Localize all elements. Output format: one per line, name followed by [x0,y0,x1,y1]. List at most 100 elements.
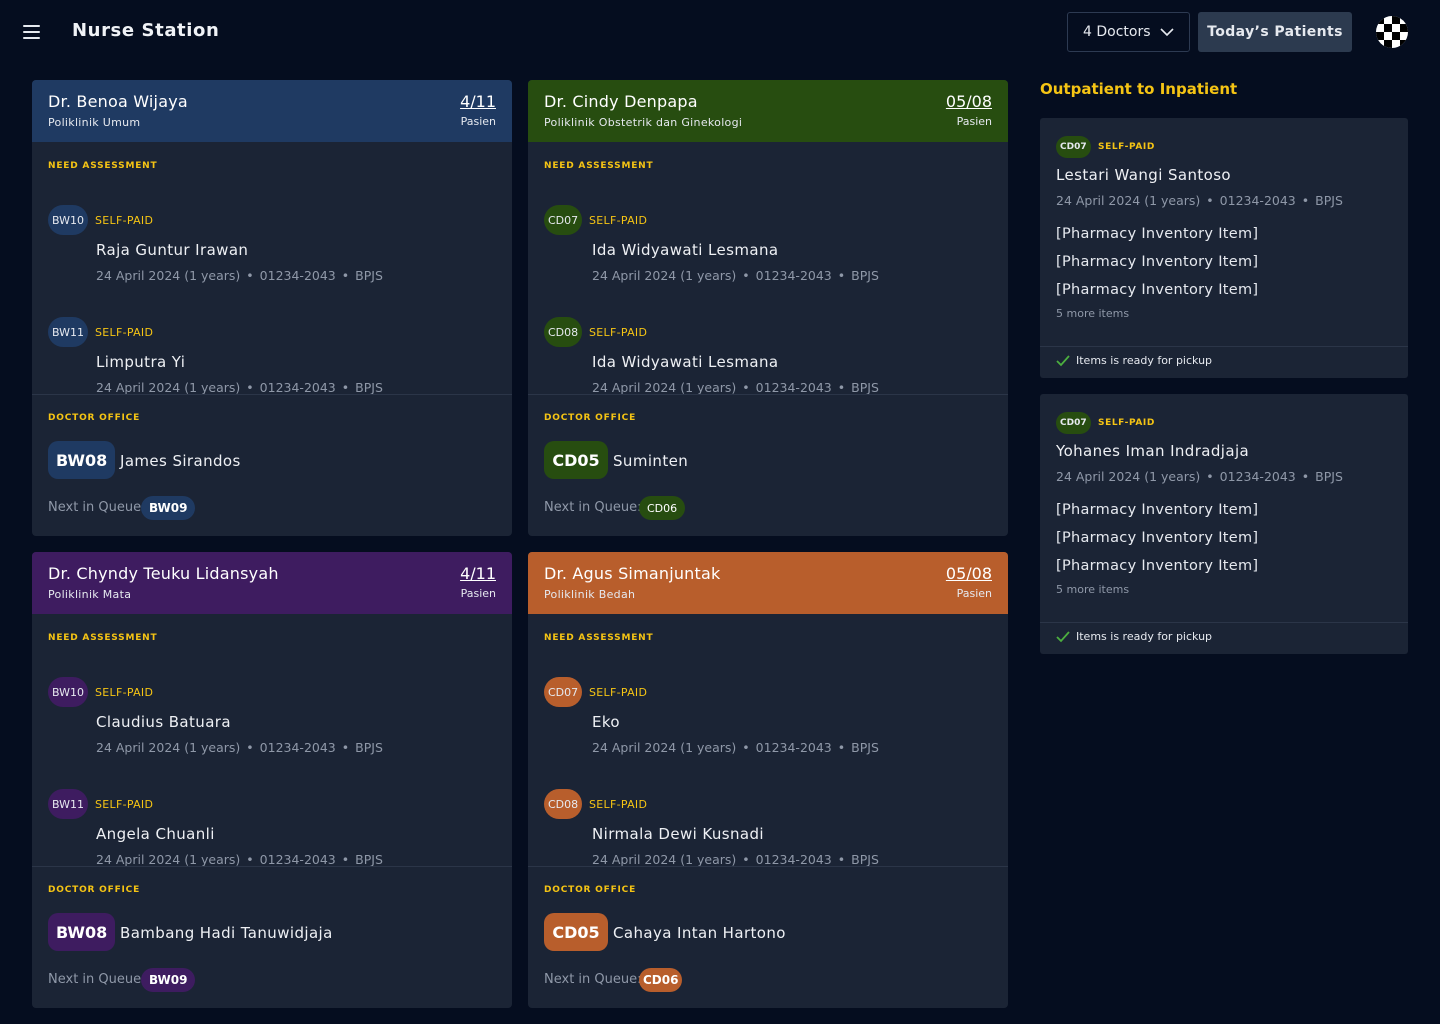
outpatient-card[interactable]: CD07 SELF-PAID Lestari Wangi Santoso 24 … [1040,118,1408,378]
queue-code-badge: CD07 [544,205,583,235]
patient-count-label: Pasien [460,587,496,600]
next-in-queue-label: Next in Queue: [48,972,146,987]
patient-date: 24 April 2024 (1 years) [592,380,737,394]
queue-code-badge: BW11 [48,789,89,819]
todays-patients-button[interactable]: Today’s Patients [1198,12,1352,52]
pharmacy-item: [Pharmacy Inventory Item] [1056,502,1259,518]
separator-dot: • [341,740,350,755]
patient-insurance: BPJS [355,740,383,755]
assessment-item[interactable]: BW11 SELF-PAID Angela Chuanli 24 April 2… [48,789,498,866]
patient-count-label: Pasien [460,115,496,128]
assessment-item[interactable]: CD08 SELF-PAID Ida Widyawati Lesmana 24 … [544,317,994,394]
payment-type: SELF-PAID [589,686,648,699]
assessment-item[interactable]: BW10 SELF-PAID Raja Guntur Irawan 24 Apr… [48,205,498,295]
doctor-card-header: Dr. Agus Simanjuntak Poliklinik Bedah 05… [528,552,1008,614]
queue-code-badge: CD08 [544,317,583,347]
patient-meta: 24 April 2024 (1 years) • 01234-2043 • BPJS [592,740,879,755]
separator-dot: • [246,268,254,283]
payment-type: SELF-PAID [95,798,154,811]
payment-type: SELF-PAID [589,326,648,339]
payment-type: SELF-PAID [1098,418,1155,428]
pickup-status: Items is ready for pickup [1056,630,1212,643]
separator-dot: • [246,852,254,866]
office-patient-name: Bambang Hadi Tanuwidjaja [120,924,333,942]
next-queue-badge[interactable]: CD06 [639,496,686,520]
divider [528,866,1008,867]
patient-date: 24 April 2024 (1 years) [592,268,737,283]
patient-meta: 24 April 2024 (1 years) • 01234-2043 • BPJS [1056,469,1343,484]
patient-insurance: BPJS [355,380,383,394]
divider [32,866,512,867]
separator-dot: • [742,852,750,866]
patient-meta: 24 April 2024 (1 years) • 01234-2043 • BPJS [592,380,879,394]
assessment-item[interactable]: BW10 SELF-PAID Claudius Batuara 24 April… [48,677,498,767]
assessment-list: BW10 SELF-PAID Claudius Batuara 24 April… [32,652,512,866]
separator-dot: • [742,740,750,755]
patient-count-link[interactable]: 05/08 [946,92,992,111]
pharmacy-item: [Pharmacy Inventory Item] [1056,558,1259,574]
next-queue-badge[interactable]: BW09 [141,496,196,520]
office-patient-name: James Sirandos [120,452,241,470]
doctor-name: Dr. Cindy Denpapa [544,92,698,111]
assessment-item[interactable]: CD08 SELF-PAID Nirmala Dewi Kusnadi 24 A… [544,789,994,866]
next-queue-badge[interactable]: CD06 [639,968,683,992]
queue-code-badge: BW10 [48,205,89,235]
payment-type: SELF-PAID [589,798,648,811]
separator-dot: • [1206,469,1214,484]
queue-code-badge: CD08 [544,789,583,819]
doctor-office-label: DOCTOR OFFICE [48,413,141,423]
patient-insurance: BPJS [1315,469,1343,484]
avatar[interactable] [1376,16,1408,48]
patient-count-link[interactable]: 4/11 [460,564,496,583]
separator-dot: • [837,268,846,283]
patient-date: 24 April 2024 (1 years) [1056,193,1201,208]
next-in-queue-label: Next in Queue: [544,500,642,515]
patient-count-link[interactable]: 4/11 [460,92,496,111]
payment-type: SELF-PAID [1098,142,1155,152]
need-assessment-label: NEED ASSESSMENT [544,633,654,643]
patient-insurance: BPJS [851,852,879,866]
patient-insurance: BPJS [355,268,383,283]
patient-name: Yohanes Iman Indradjaja [1056,442,1250,460]
patient-name: Claudius Batuara [96,713,231,731]
pickup-status: Items is ready for pickup [1056,354,1212,367]
patient-name: Limputra Yi [96,353,186,371]
next-queue-badge[interactable]: BW09 [141,968,196,992]
patient-id: 01234-2043 [259,268,336,283]
more-items-link[interactable]: 5 more items [1056,583,1129,596]
office-patient-name: Cahaya Intan Hartono [613,924,786,942]
assessment-item[interactable]: CD07 SELF-PAID Ida Widyawati Lesmana 24 … [544,205,994,295]
divider [32,394,512,395]
more-items-link[interactable]: 5 more items [1056,307,1129,320]
separator-dot: • [837,380,846,394]
assessment-item[interactable]: CD07 SELF-PAID Eko 24 April 2024 (1 year… [544,677,994,767]
hamburger-menu-icon[interactable] [22,23,42,41]
patient-meta: 24 April 2024 (1 years) • 01234-2043 • BPJS [96,380,383,394]
patient-count-link[interactable]: 05/08 [946,564,992,583]
separator-dot: • [246,380,254,394]
patient-date: 24 April 2024 (1 years) [96,852,241,866]
separator-dot: • [246,740,254,755]
pharmacy-item: [Pharmacy Inventory Item] [1056,282,1259,298]
assessment-item[interactable]: BW11 SELF-PAID Limputra Yi 24 April 2024… [48,317,498,394]
office-queue-badge: CD05 [544,913,608,951]
separator-dot: • [742,268,750,283]
patient-meta: 24 April 2024 (1 years) • 01234-2043 • BPJS [96,740,383,755]
separator-dot: • [341,380,350,394]
patient-id: 01234-2043 [755,740,832,755]
queue-code-badge: BW11 [48,317,89,347]
doctors-filter-select[interactable]: 4 Doctors [1067,12,1190,52]
poliklinik-name: Poliklinik Obstetrik dan Ginekologi [544,116,743,129]
separator-dot: • [837,852,846,866]
app-title: Nurse Station [72,20,220,41]
separator-dot: • [742,380,750,394]
patient-meta: 24 April 2024 (1 years) • 01234-2043 • BPJS [96,268,383,283]
doctor-card: Dr. Agus Simanjuntak Poliklinik Bedah 05… [528,552,1008,1008]
patient-name: Ida Widyawati Lesmana [592,241,779,259]
patient-id: 01234-2043 [755,852,832,866]
patient-date: 24 April 2024 (1 years) [592,740,737,755]
payment-type: SELF-PAID [589,214,648,227]
pickup-status-text: Items is ready for pickup [1076,630,1213,643]
patient-name: Eko [592,713,621,731]
outpatient-card[interactable]: CD07 SELF-PAID Yohanes Iman Indradjaja 2… [1040,394,1408,654]
